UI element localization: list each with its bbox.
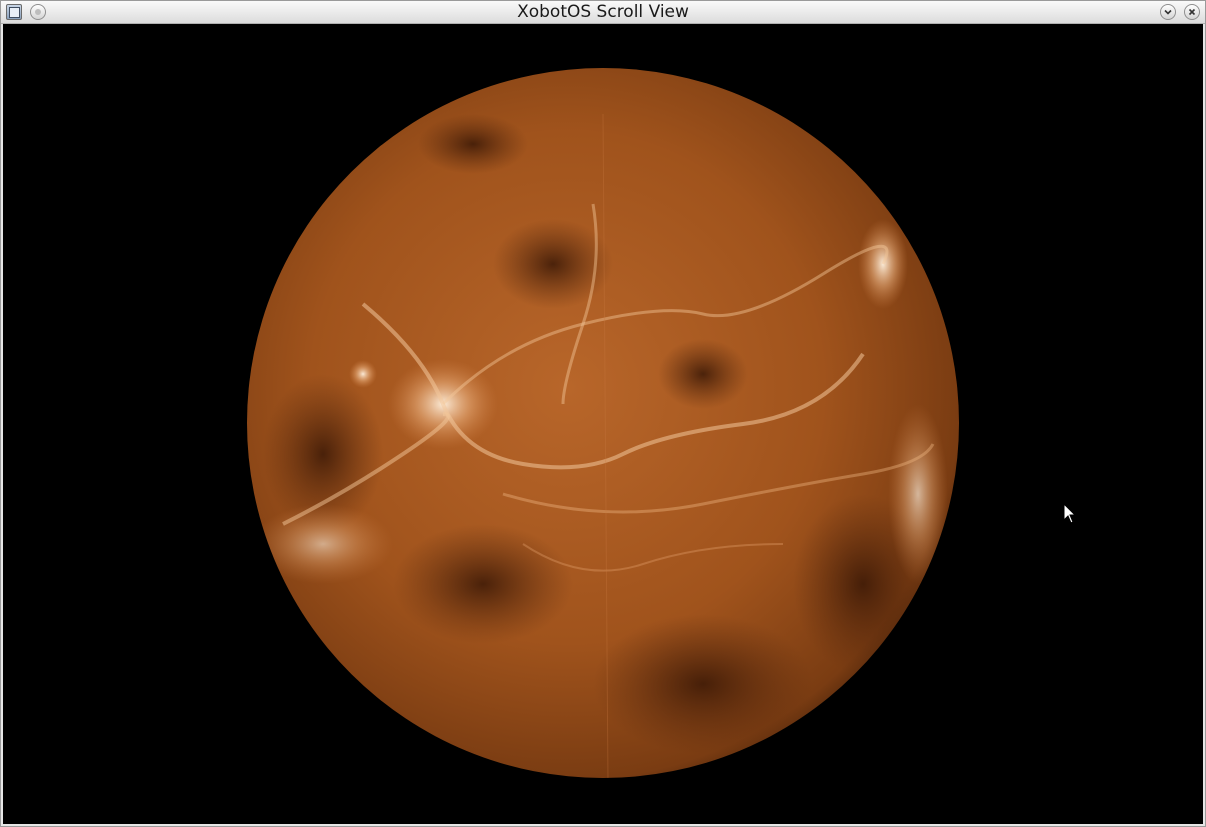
mouse-cursor-icon xyxy=(1063,503,1077,524)
chevron-down-glyph xyxy=(1164,9,1172,15)
chevron-down-icon[interactable] xyxy=(1160,4,1176,20)
scroll-view[interactable] xyxy=(3,24,1203,824)
app-window: XobotOS Scroll View xyxy=(0,0,1206,827)
close-glyph xyxy=(1188,8,1196,16)
window-title: XobotOS Scroll View xyxy=(517,2,689,22)
planet-image xyxy=(247,68,959,778)
title-bar[interactable]: XobotOS Scroll View xyxy=(1,1,1205,24)
close-icon[interactable] xyxy=(1184,4,1200,20)
